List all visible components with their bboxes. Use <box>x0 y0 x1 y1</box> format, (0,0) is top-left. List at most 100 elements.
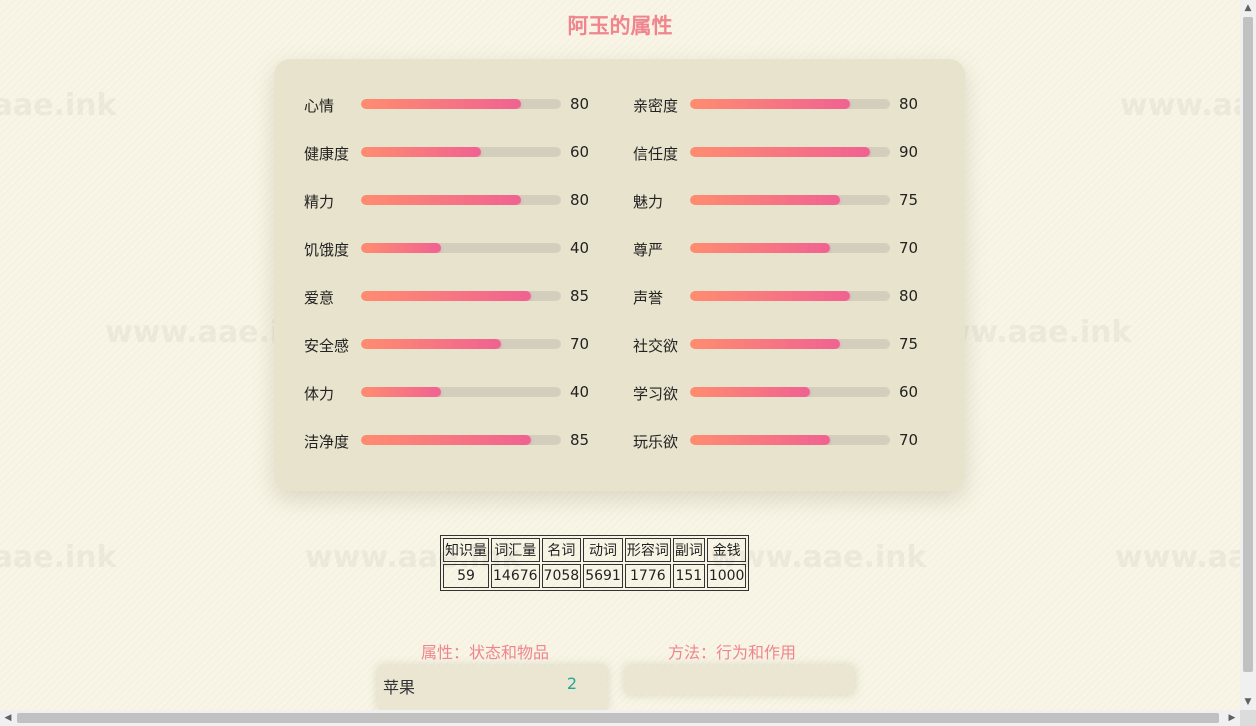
table-cell: 151 <box>672 564 705 588</box>
horizontal-scroll-thumb[interactable] <box>17 713 1219 723</box>
scroll-down-arrow-icon[interactable]: ▼ <box>1240 694 1256 710</box>
stat-label: 亲密度 <box>633 97 679 115</box>
stat-progress-fill <box>690 387 810 397</box>
table-cell: 59 <box>443 564 489 588</box>
stat-progress-bar <box>361 291 561 301</box>
stat-progress-fill <box>690 195 840 205</box>
stat-value: 75 <box>899 191 919 209</box>
table-header-cell: 金钱 <box>706 538 747 562</box>
stat-row: 安全感 70 <box>304 333 604 357</box>
stat-label: 尊严 <box>633 241 664 259</box>
stat-value: 40 <box>570 239 590 257</box>
table-cell: 5691 <box>583 564 623 588</box>
scroll-right-arrow-icon[interactable]: ▶ <box>1224 710 1240 726</box>
stat-value: 85 <box>570 431 590 449</box>
stat-value: 70 <box>899 431 919 449</box>
table-header-cell: 词汇量 <box>491 538 540 562</box>
stat-progress-fill <box>690 435 830 445</box>
inventory-item[interactable]: 苹果 2 <box>378 666 607 702</box>
stat-value: 60 <box>899 383 919 401</box>
table-header-cell: 副词 <box>672 538 705 562</box>
inventory-item-name: 苹果 <box>383 678 416 697</box>
table-cell: 1776 <box>624 564 671 588</box>
stat-row: 洁净度 85 <box>304 429 604 453</box>
table-cell: 1000 <box>706 564 747 588</box>
stat-row: 学习欲 60 <box>633 381 933 405</box>
table-header-cell: 动词 <box>583 538 623 562</box>
stat-label: 玩乐欲 <box>633 433 679 451</box>
stat-progress-fill <box>690 243 830 253</box>
stat-label: 信任度 <box>633 145 679 163</box>
stat-label: 魅力 <box>633 193 664 211</box>
stat-value: 60 <box>570 143 590 161</box>
stat-label: 安全感 <box>304 337 350 355</box>
stat-label: 精力 <box>304 193 335 211</box>
stat-label: 体力 <box>304 385 335 403</box>
table-cell: 14676 <box>491 564 540 588</box>
stat-progress-fill <box>361 147 481 157</box>
stat-row: 饥饿度 40 <box>304 237 604 261</box>
stat-value: 80 <box>899 95 919 113</box>
methods-box <box>625 666 854 694</box>
table-header-row: 知识量 词汇量 名词 动词 形容词 副词 金钱 <box>443 538 747 562</box>
stat-row: 声誉 80 <box>633 285 933 309</box>
stat-label: 社交欲 <box>633 337 679 355</box>
stat-progress-fill <box>690 339 840 349</box>
stat-progress-bar <box>690 291 890 301</box>
vocabulary-table: 知识量 词汇量 名词 动词 形容词 副词 金钱 59 14676 7058 5691 1776 151… <box>440 535 750 591</box>
stat-value: 75 <box>899 335 919 353</box>
horizontal-scrollbar[interactable]: ◀ ▶ <box>0 710 1240 726</box>
stat-progress-fill <box>361 435 531 445</box>
stat-progress-fill <box>690 147 870 157</box>
stats-panel: 心情 80 健康度 60 精力 80 饥饿度 40 爱意 85 安全感 70 体力 40 洁净度 85 亲密度… <box>274 59 965 491</box>
page-title: 阿玉的属性 <box>567 14 673 38</box>
stat-progress-fill <box>361 195 521 205</box>
stat-progress-bar <box>361 387 561 397</box>
stat-row: 爱意 85 <box>304 285 604 309</box>
stat-progress-bar <box>361 435 561 445</box>
watermark: www.aae.ink <box>1120 88 1256 123</box>
stat-value: 80 <box>570 95 590 113</box>
stat-progress-bar <box>690 435 890 445</box>
stat-value: 80 <box>899 287 919 305</box>
stat-label: 声誉 <box>633 289 664 307</box>
stat-progress-bar <box>690 243 890 253</box>
stat-label: 心情 <box>304 97 335 115</box>
stat-progress-fill <box>361 243 441 253</box>
stat-progress-fill <box>361 387 441 397</box>
table-header-cell: 形容词 <box>624 538 671 562</box>
stat-label: 洁净度 <box>304 433 350 451</box>
stat-progress-bar <box>690 387 890 397</box>
table-header-cell: 知识量 <box>443 538 489 562</box>
stat-row: 信任度 90 <box>633 141 933 165</box>
stat-row: 魅力 75 <box>633 189 933 213</box>
scroll-left-arrow-icon[interactable]: ◀ <box>0 710 16 726</box>
stat-row: 尊严 70 <box>633 237 933 261</box>
stat-label: 学习欲 <box>633 385 679 403</box>
stat-progress-bar <box>361 243 561 253</box>
stat-row: 体力 40 <box>304 381 604 405</box>
vertical-scrollbar[interactable]: ▲ ▼ <box>1240 0 1256 710</box>
stat-label: 饥饿度 <box>304 241 350 259</box>
scrollbar-corner <box>1240 710 1256 726</box>
stat-progress-bar <box>361 147 561 157</box>
watermark: www.aae.ink <box>1115 540 1256 575</box>
stat-progress-fill <box>690 99 850 109</box>
stat-progress-bar <box>690 147 890 157</box>
stat-value: 80 <box>570 191 590 209</box>
table-row: 59 14676 7058 5691 1776 151 1000 <box>443 564 747 588</box>
stat-value: 90 <box>899 143 919 161</box>
stat-progress-fill <box>361 339 501 349</box>
stat-progress-bar <box>690 195 890 205</box>
stat-row: 心情 80 <box>304 93 604 117</box>
methods-section-title: 方法：行为和作用 <box>668 643 797 662</box>
stat-value: 40 <box>570 383 590 401</box>
stat-value: 70 <box>899 239 919 257</box>
vertical-scroll-thumb[interactable] <box>1243 17 1253 672</box>
stat-progress-fill <box>361 291 531 301</box>
inventory-item-count: 2 <box>566 674 577 693</box>
scroll-up-arrow-icon[interactable]: ▲ <box>1240 0 1256 16</box>
attributes-section-title: 属性：状态和物品 <box>421 643 550 662</box>
stat-progress-bar <box>361 339 561 349</box>
stat-progress-fill <box>361 99 521 109</box>
